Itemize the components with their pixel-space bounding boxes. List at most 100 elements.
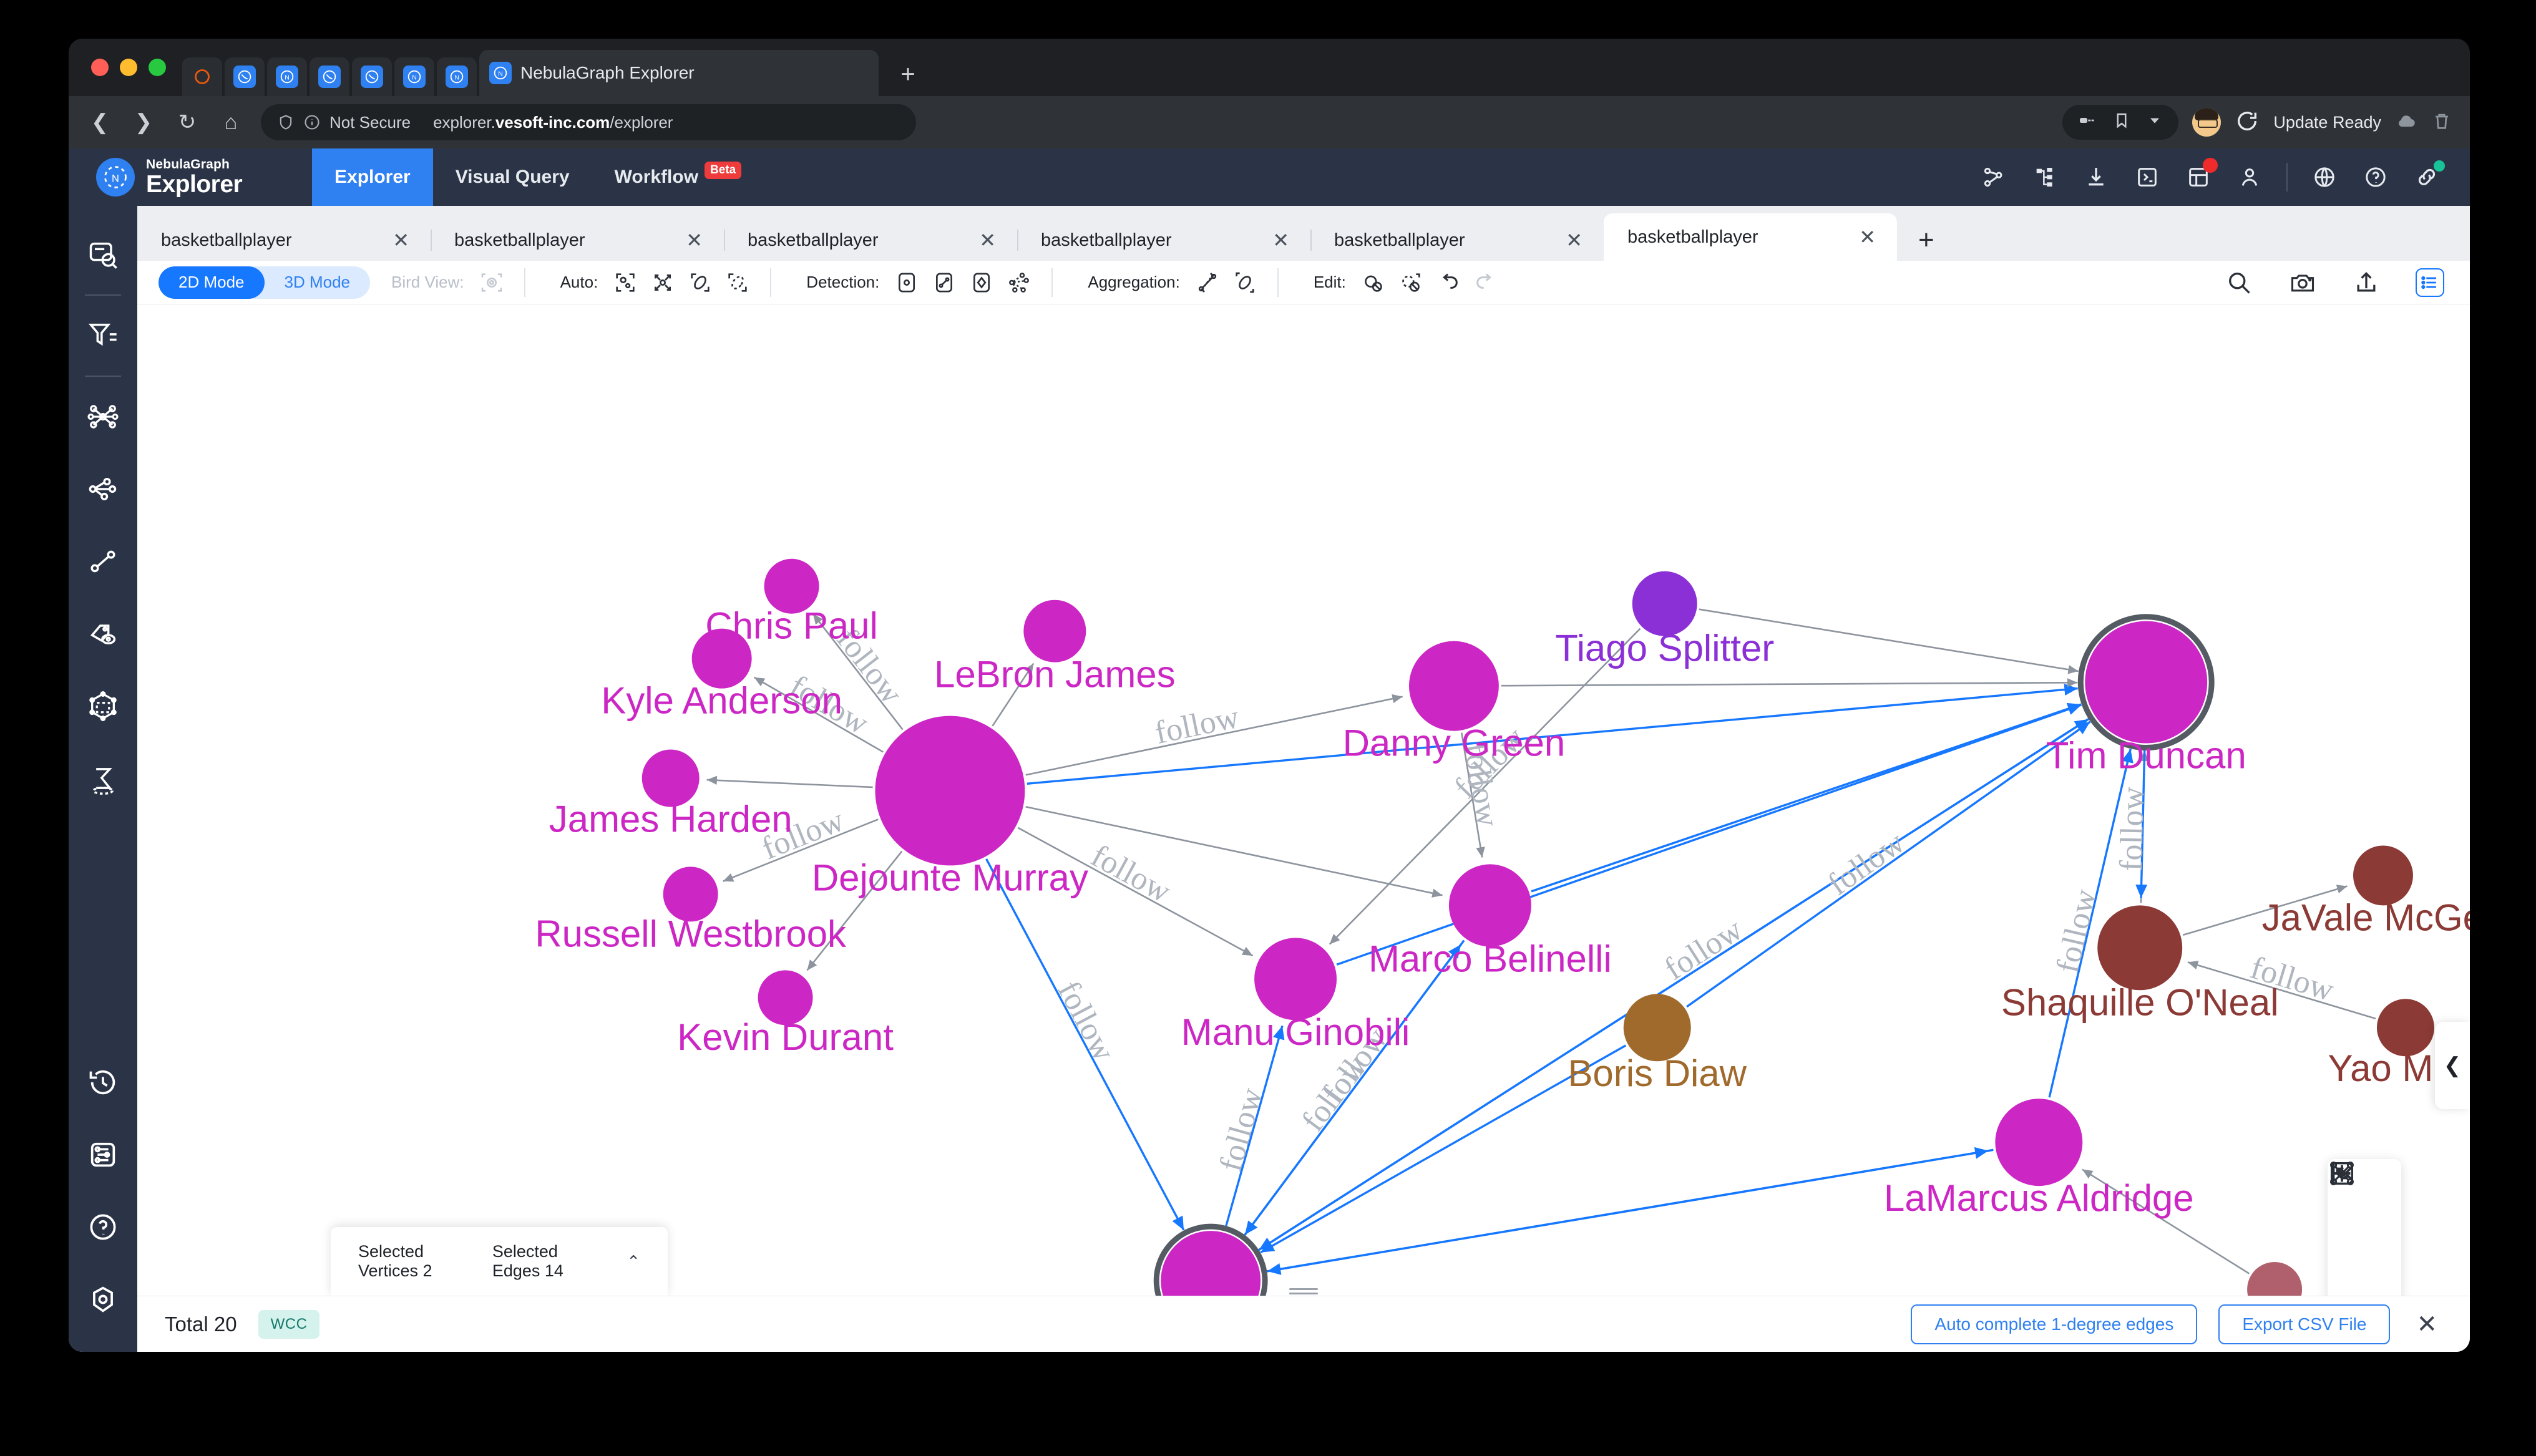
selection-summary-panel[interactable]: Selected Vertices 2 Selected Edges 14 ⌃ — [331, 1227, 668, 1296]
auto-select-edges-icon[interactable] — [686, 268, 714, 297]
info-icon[interactable] — [303, 114, 321, 131]
detect-cycle-icon[interactable] — [967, 268, 996, 297]
graph-edge[interactable] — [1531, 702, 2082, 893]
browser-tab-nebula-6[interactable]: N — [437, 57, 477, 96]
graph-node[interactable] — [1448, 864, 1531, 947]
password-key-icon[interactable] — [2077, 110, 2097, 135]
connection-link-icon[interactable] — [2412, 160, 2445, 192]
update-ready-label[interactable]: Update Ready — [2273, 113, 2381, 132]
rail-help-icon[interactable] — [80, 1205, 125, 1250]
close-icon[interactable]: ✕ — [686, 230, 703, 250]
cloud-icon[interactable] — [2395, 110, 2417, 135]
search-icon[interactable] — [2225, 268, 2253, 297]
zoom-in-icon[interactable] — [2333, 1165, 2389, 1296]
graph-node[interactable] — [2247, 1262, 2303, 1296]
rail-filter-icon[interactable] — [80, 313, 125, 358]
rail-path-share-icon[interactable] — [80, 467, 125, 512]
bookmark-icon[interactable] — [2112, 111, 2131, 134]
language-globe-icon[interactable] — [2310, 163, 2339, 192]
aggregate-collapse-icon[interactable] — [1193, 268, 1222, 297]
app-logo[interactable]: N NebulaGraph Explorer — [69, 158, 312, 197]
graph-node[interactable] — [875, 716, 1025, 866]
close-icon[interactable]: ✕ — [979, 230, 996, 250]
aggregate-expand-icon[interactable] — [1231, 268, 1259, 297]
redo-icon[interactable] — [1471, 268, 1500, 297]
graph-node[interactable] — [2085, 621, 2208, 744]
address-bar[interactable]: Not Secure explorer.vesoft-inc.com/explo… — [261, 104, 916, 140]
auto-select-edges-dashed-icon[interactable] — [723, 268, 752, 297]
browser-tab-nebula-5[interactable]: N — [394, 57, 434, 96]
close-status-bar-icon[interactable]: ✕ — [2411, 1312, 2442, 1337]
graph-schema-icon[interactable] — [1979, 163, 2008, 192]
back-icon[interactable]: ❮ — [86, 110, 114, 135]
workspace-tab-2[interactable]: basketballplayer ✕ — [724, 220, 1017, 261]
auto-select-nodes-icon[interactable] — [611, 268, 640, 297]
rail-history-icon[interactable] — [80, 1060, 125, 1105]
panel-drag-handle[interactable] — [1289, 1288, 1318, 1294]
details-panel-toggle-icon[interactable] — [2416, 268, 2444, 297]
graph-edge[interactable] — [706, 775, 873, 789]
export-csv-button[interactable]: Export CSV File — [2218, 1304, 2391, 1344]
undo-icon[interactable] — [1434, 268, 1463, 297]
reload-icon[interactable]: ↻ — [173, 110, 201, 135]
avatar[interactable] — [2192, 108, 2221, 137]
tree-view-icon[interactable] — [2031, 163, 2059, 192]
rail-3d-cube-icon[interactable] — [80, 684, 125, 729]
detect-cluster-icon[interactable] — [1005, 268, 1033, 297]
fit-to-screen-icon[interactable] — [2330, 1162, 2389, 1285]
home-icon[interactable]: ⌂ — [217, 110, 245, 135]
trash-icon[interactable] — [2431, 110, 2452, 135]
mode-3d-button[interactable]: 3D Mode — [265, 266, 371, 299]
update-refresh-icon[interactable] — [2235, 109, 2260, 137]
browser-tab-active[interactable]: N NebulaGraph Explorer — [479, 50, 879, 96]
delete-node-icon[interactable] — [1359, 268, 1388, 297]
help-icon[interactable] — [2361, 163, 2390, 192]
workspace-tab-3[interactable]: basketballplayer ✕ — [1017, 220, 1310, 261]
new-browser-tab-button[interactable]: + — [890, 56, 926, 92]
auto-complete-edges-button[interactable]: Auto complete 1-degree edges — [1911, 1304, 2198, 1344]
workspace-tab-0[interactable]: basketballplayer ✕ — [137, 220, 431, 261]
rail-preferences-icon[interactable] — [80, 1277, 125, 1322]
graph-node[interactable] — [1623, 994, 1691, 1062]
dashboard-icon[interactable] — [2184, 158, 2218, 192]
graph-node[interactable] — [1995, 1099, 2083, 1187]
dimension-mode-switch[interactable]: 2D Mode 3D Mode — [158, 266, 370, 299]
detect-path-icon[interactable] — [930, 268, 958, 297]
rail-edge-icon[interactable] — [80, 539, 125, 584]
omnibar-extras[interactable] — [2062, 105, 2179, 140]
graph-edge[interactable] — [1501, 678, 2078, 687]
close-window-button[interactable] — [91, 59, 109, 76]
maximize-window-button[interactable] — [149, 59, 166, 76]
console-icon[interactable] — [2133, 163, 2162, 192]
nav-visual-query[interactable]: Visual Query — [433, 148, 592, 206]
right-panel-collapse-button[interactable]: ❮ — [2435, 1022, 2470, 1109]
window-traffic-lights[interactable] — [84, 39, 182, 96]
workspace-tab-1[interactable]: basketballplayer ✕ — [431, 220, 724, 261]
close-icon[interactable]: ✕ — [393, 230, 409, 250]
graph-node[interactable] — [1408, 641, 1499, 731]
close-icon[interactable]: ✕ — [1859, 227, 1876, 247]
graph-node[interactable] — [1632, 571, 1697, 636]
browser-tab-nebula-2[interactable]: N — [267, 57, 307, 96]
close-icon[interactable]: ✕ — [1566, 230, 1583, 250]
auto-collapse-icon[interactable] — [648, 268, 677, 297]
rail-expand-node-icon[interactable] — [80, 394, 125, 439]
mode-2d-button[interactable]: 2D Mode — [158, 266, 265, 299]
rail-aggregate-sum-icon[interactable] — [80, 756, 125, 801]
workspace-tab-5[interactable]: basketballplayer ✕ — [1604, 213, 1897, 261]
graph-node[interactable] — [1254, 938, 1337, 1021]
bird-view-toggle-icon[interactable] — [477, 268, 506, 297]
browser-tab-nebula-1[interactable] — [225, 57, 265, 96]
rail-tag-view-icon[interactable] — [80, 611, 125, 656]
browser-tab-nebula-3[interactable] — [310, 57, 349, 96]
delete-edge-icon[interactable] — [1397, 268, 1425, 297]
chevron-up-icon[interactable]: ⌃ — [627, 1252, 640, 1271]
add-workspace-tab-button[interactable]: + — [1897, 225, 1956, 261]
nav-explorer[interactable]: Explorer — [312, 148, 433, 206]
workspace-tab-4[interactable]: basketballplayer ✕ — [1310, 220, 1604, 261]
graph-visualization[interactable]: follow follow follow follow follow follow foll… — [137, 304, 2470, 1296]
close-icon[interactable]: ✕ — [1272, 230, 1289, 250]
browser-tab-nebula-4[interactable] — [352, 57, 392, 96]
export-upload-icon[interactable] — [2352, 268, 2381, 297]
rail-query-search-icon[interactable] — [80, 232, 125, 277]
